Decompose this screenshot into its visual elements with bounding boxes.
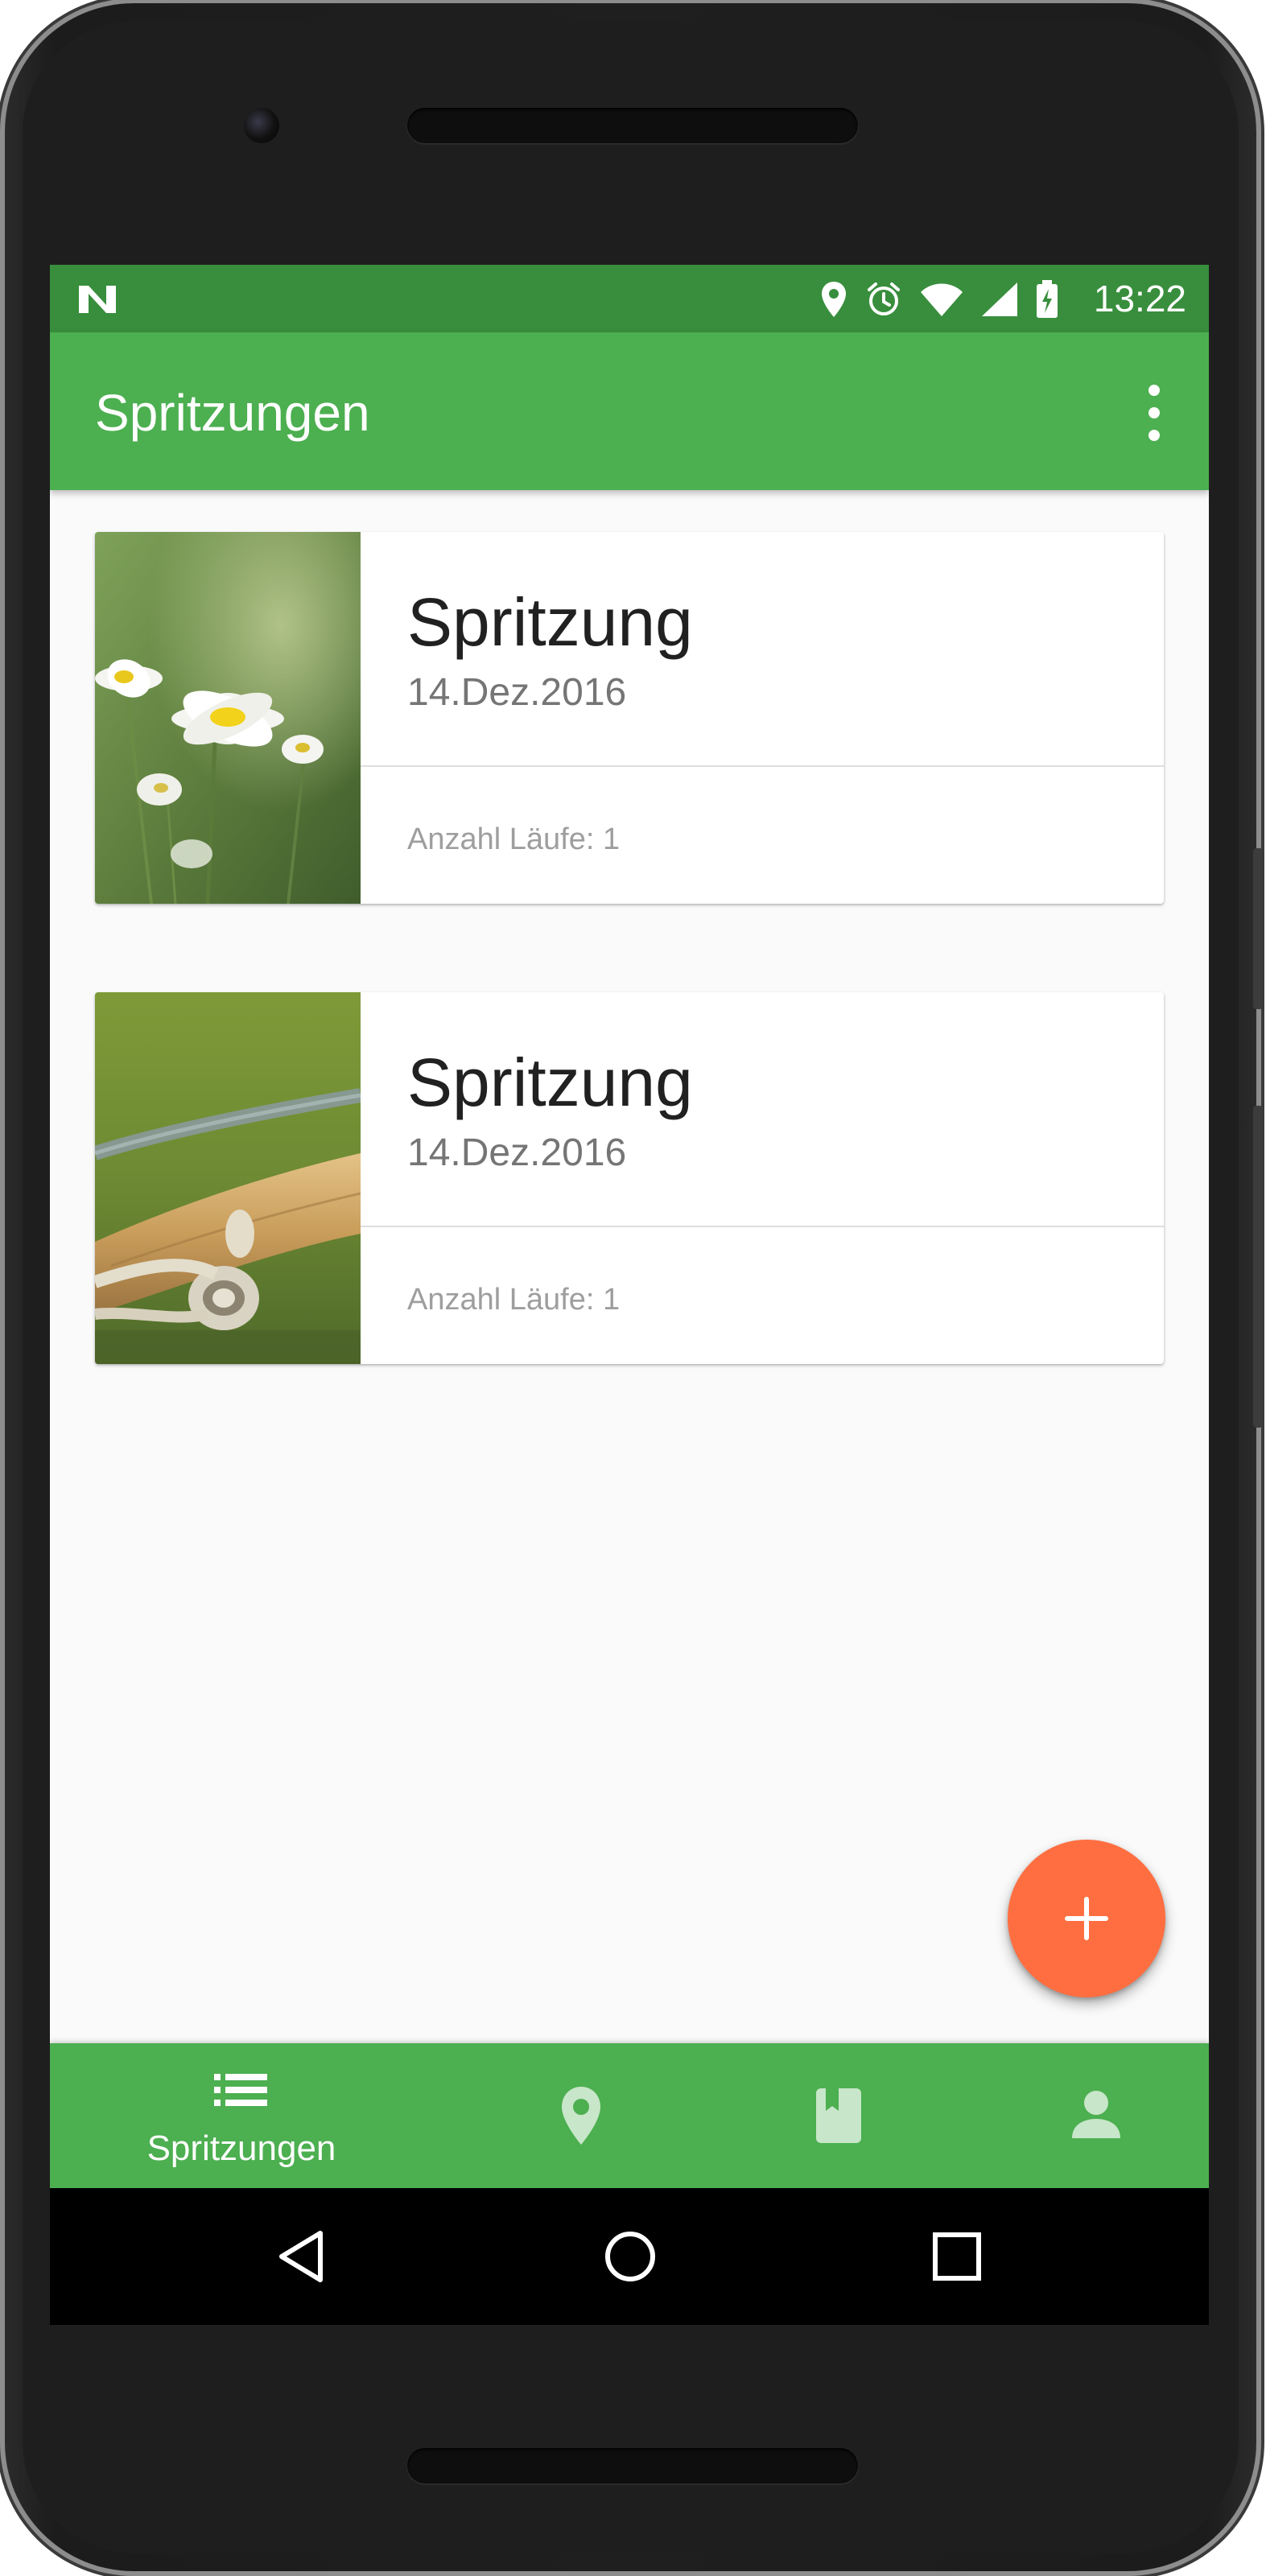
status-icons — [819, 279, 1059, 319]
card-date: 14.Dez.2016 — [407, 671, 627, 714]
front-camera — [244, 108, 279, 143]
spritzung-card[interactable]: Spritzung 14.Dez.2016 Anzahl Läufe: 1 — [95, 532, 1164, 904]
app-screen: 13:22 Spritzungen Spritzung 14.Dez.2016 … — [50, 265, 1209, 2325]
alarm-icon — [868, 282, 900, 315]
add-icon — [1065, 1897, 1108, 1940]
list-icon — [214, 2074, 267, 2106]
home-icon[interactable] — [604, 2230, 657, 2283]
card-header: Spritzung 14.Dez.2016 — [361, 532, 1164, 767]
toolbar-title: Spritzungen — [95, 384, 370, 442]
back-icon[interactable] — [277, 2230, 325, 2283]
card-date: 14.Dez.2016 — [407, 1131, 627, 1174]
book-icon — [816, 2088, 861, 2143]
card-run-count: Anzahl Läufe: 1 — [407, 822, 621, 856]
wifi-icon — [921, 283, 963, 316]
add-spritzung-fab[interactable] — [1008, 1840, 1165, 1997]
location-icon — [562, 2087, 600, 2145]
card-header: Spritzung 14.Dez.2016 — [361, 992, 1164, 1227]
bottom-speaker — [407, 2448, 858, 2483]
more-vert-icon[interactable] — [1143, 381, 1165, 445]
notification-n-icon — [79, 286, 116, 313]
spritzung-card[interactable]: Spritzung 14.Dez.2016 Anzahl Läufe: 1 — [95, 992, 1164, 1364]
nav-item-spritzungen[interactable]: Spritzungen — [50, 2043, 433, 2188]
vine-wire-photo — [95, 992, 361, 1364]
card-title: Spritzung — [407, 1045, 693, 1120]
earpiece-speaker — [407, 108, 858, 143]
battery-charging-icon — [1037, 280, 1058, 318]
recents-icon[interactable] — [932, 2232, 982, 2281]
nav-item-profile[interactable] — [1016, 2043, 1177, 2188]
status-bar: 13:22 — [50, 265, 1209, 332]
nav-label: Spritzungen — [146, 2129, 336, 2168]
daisies-photo — [95, 532, 361, 904]
nav-item-book[interactable] — [758, 2043, 919, 2188]
power-button — [1253, 848, 1263, 1009]
card-title: Spritzung — [407, 584, 693, 660]
person-icon — [1072, 2091, 1120, 2138]
app-toolbar: Spritzungen — [50, 332, 1209, 490]
signal-icon — [982, 282, 1017, 316]
system-navigation-bar — [50, 2188, 1209, 2325]
bottom-navigation: Spritzungen — [50, 2043, 1209, 2188]
card-run-count: Anzahl Läufe: 1 — [407, 1283, 621, 1317]
status-clock: 13:22 — [1093, 278, 1186, 319]
volume-rocker — [1253, 1106, 1263, 1428]
nav-item-map[interactable] — [501, 2043, 662, 2188]
location-icon — [822, 282, 846, 317]
